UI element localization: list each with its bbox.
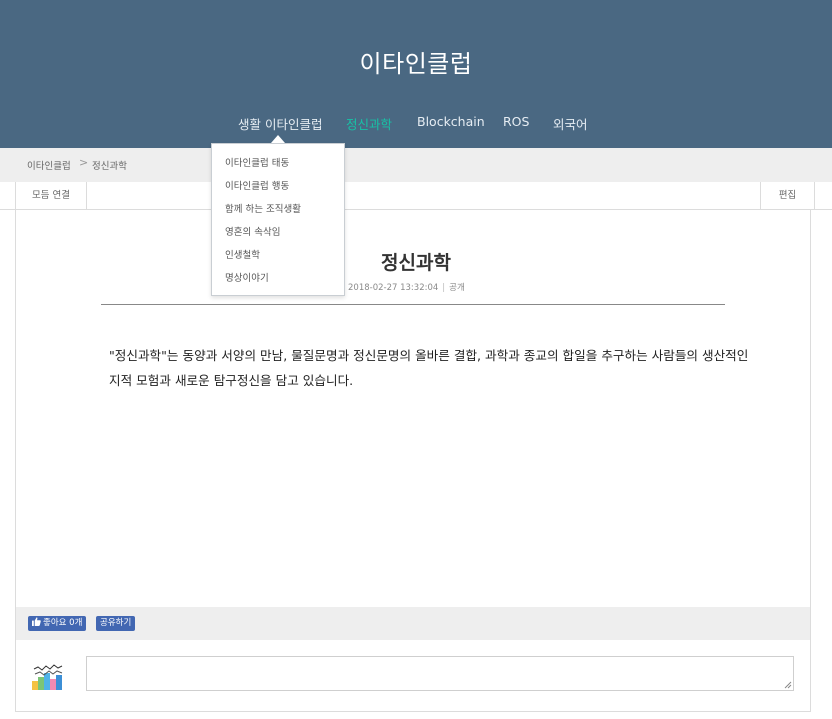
breadcrumb-current: 정신과학 [92, 161, 127, 172]
meta-separator: | [442, 283, 446, 293]
like-button[interactable]: 좋아요 0개 [28, 616, 87, 631]
main-nav: 생활 이타인클럽 정신과학 Blockchain ROS 외국어 [0, 114, 832, 134]
dropdown-item-organization[interactable]: 함께 하는 조직생활 [212, 198, 344, 221]
post-body: "정신과학"는 동양과 서양의 만남, 물질문명과 정신문명의 올바른 결합, … [109, 348, 749, 388]
nav-item-foreign-language[interactable]: 외국어 [553, 114, 588, 133]
dropdown-item-meditation[interactable]: 명상이야기 [212, 267, 344, 290]
site-title[interactable]: 이타인클럽 [0, 44, 832, 79]
nav-dropdown-menu: 이타인클럽 태동 이타인클럽 행동 함께 하는 조직생활 영혼의 속삭임 인생철… [211, 143, 345, 296]
comment-input[interactable] [86, 656, 794, 691]
dropdown-caret-icon [271, 135, 285, 143]
dropdown-item-action[interactable]: 이타인클럽 행동 [212, 175, 344, 198]
like-label: 좋아요 0개 [43, 618, 83, 628]
post-date: 2018-02-27 13:32:04 [348, 283, 439, 293]
breadcrumb: 이타인클럽 > 정신과학 [0, 148, 832, 182]
thumbs-up-icon [32, 617, 41, 626]
share-button[interactable]: 공유하기 [96, 616, 136, 631]
post-visibility: 공개 [449, 283, 465, 293]
social-bar: 좋아요 0개 공유하기 [16, 607, 810, 640]
nav-item-life[interactable]: 생활 이타인클럽 [238, 114, 322, 133]
nav-item-blockchain[interactable]: Blockchain [417, 114, 485, 129]
post-toolbar: 모듬 연결 편집 [0, 182, 832, 210]
resize-grip-icon[interactable] [784, 681, 792, 689]
dropdown-item-origin[interactable]: 이타인클럽 태동 [212, 152, 344, 175]
edit-button[interactable]: 편집 [760, 182, 815, 210]
post-title: 정신과학 [381, 252, 451, 274]
all-links-button[interactable]: 모듬 연결 [15, 182, 87, 210]
breadcrumb-separator: > [79, 156, 89, 169]
dropdown-item-philosophy[interactable]: 인생철학 [212, 244, 344, 267]
nav-item-spiritual-science[interactable]: 정신과학 [346, 114, 392, 133]
dropdown-item-soul-whisper[interactable]: 영혼의 속삭임 [212, 221, 344, 244]
title-divider [101, 304, 725, 305]
post-meta: 2018-02-27 13:32:04 | 공개 [348, 281, 465, 293]
breadcrumb-home[interactable]: 이타인클럽 [27, 158, 71, 172]
nav-item-ros[interactable]: ROS [503, 114, 529, 129]
avatar [32, 661, 65, 690]
site-header: 이타인클럽 생활 이타인클럽 정신과학 Blockchain ROS 외국어 [0, 0, 832, 148]
